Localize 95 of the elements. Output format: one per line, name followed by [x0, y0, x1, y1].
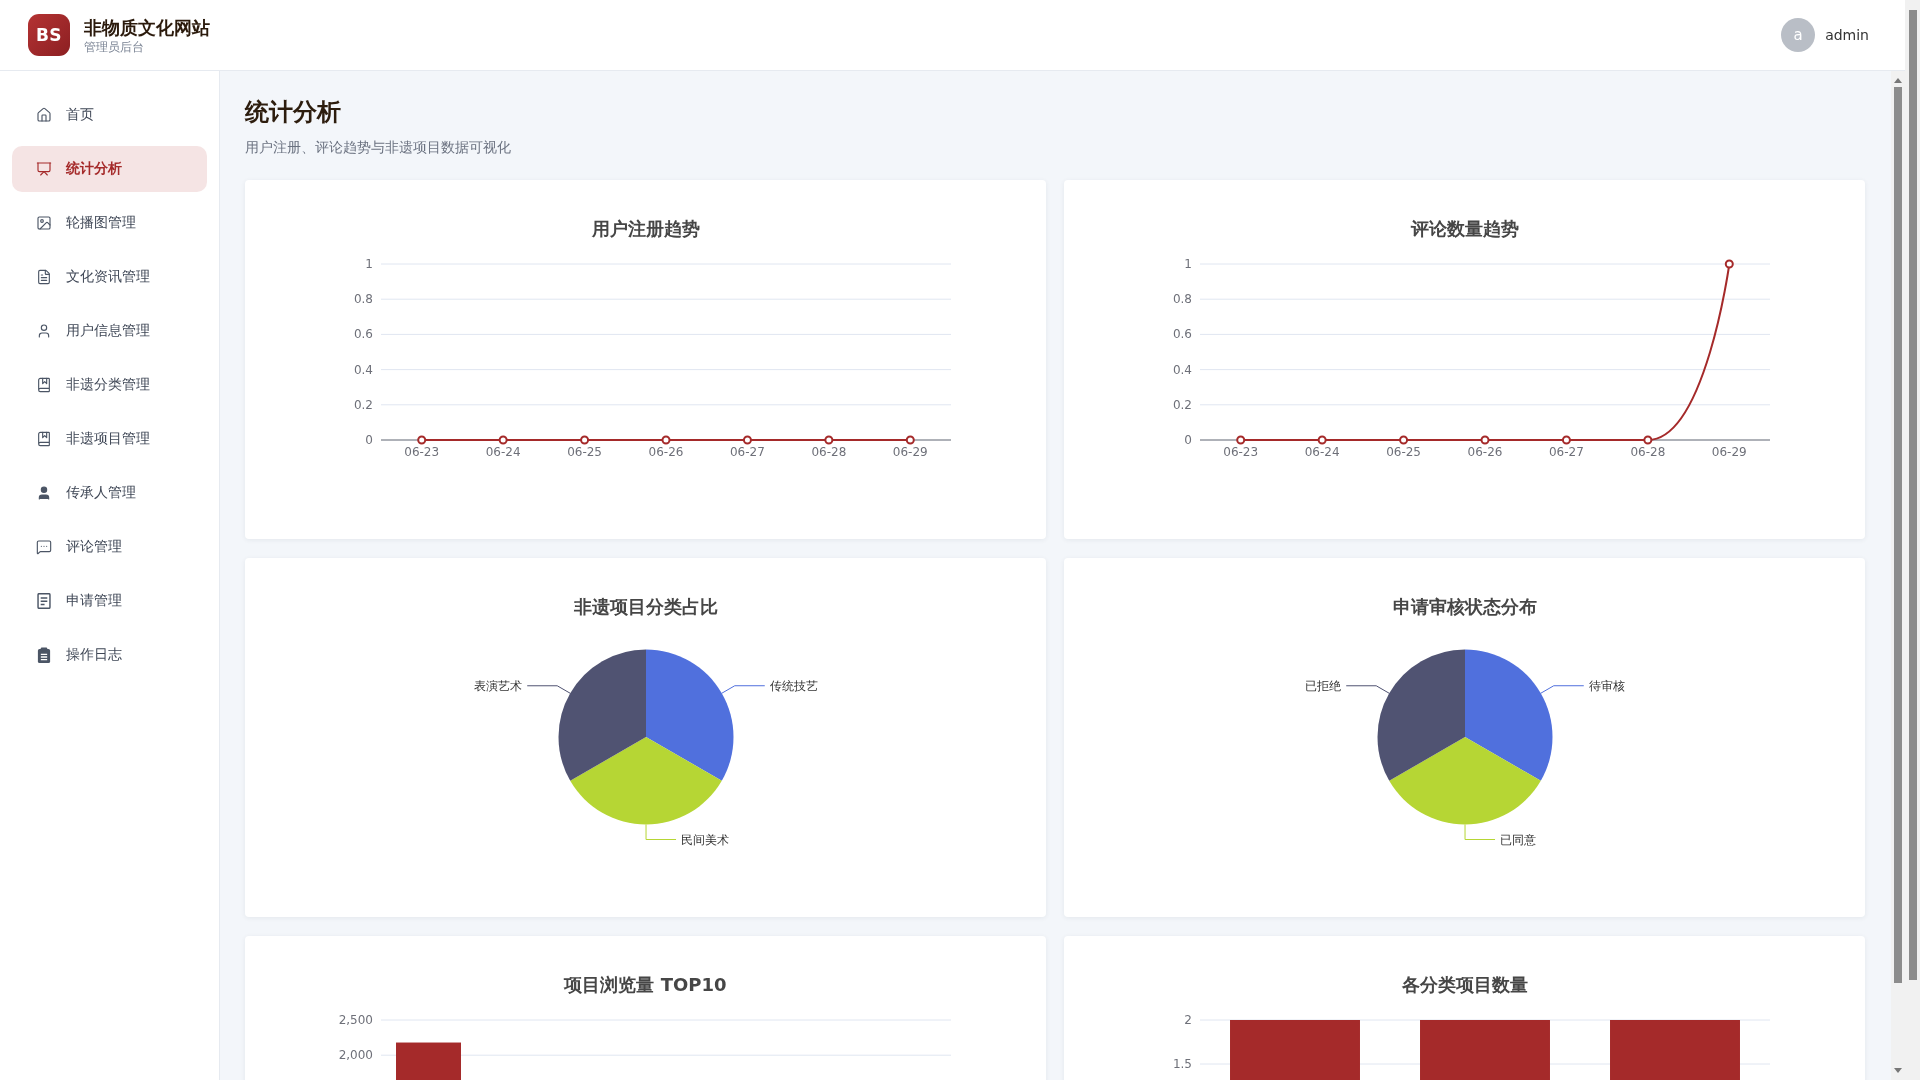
- clipboard-icon: [36, 647, 52, 663]
- book-icon: [36, 431, 52, 447]
- axis-label: 06-25: [566, 445, 602, 459]
- axis-label: 0: [1183, 433, 1192, 447]
- leader-line: [720, 685, 765, 694]
- chart-title: 非遗项目分类占比: [573, 595, 718, 619]
- leader-line: [1539, 685, 1584, 694]
- axis-label: 06-26: [1467, 445, 1502, 459]
- data-point: [1642, 435, 1652, 445]
- user-icon: [36, 323, 52, 339]
- site-subtitle: 管理员后台: [84, 38, 145, 55]
- user-icon: [36, 485, 52, 501]
- axis-label: 0: [364, 433, 373, 447]
- axis-label: 06-27: [1548, 445, 1584, 459]
- data-point: [823, 435, 833, 445]
- nav-item[interactable]: 传承人管理: [12, 470, 207, 516]
- leader-line: [1464, 824, 1496, 840]
- axis-label: 0.8: [353, 292, 373, 307]
- data-point: [1317, 435, 1327, 445]
- axis-label: 1: [1183, 257, 1192, 271]
- leader-line: [1345, 685, 1390, 694]
- scrollbar-thumb[interactable]: [1908, 10, 1917, 980]
- axis-label: 06-29: [1711, 445, 1747, 459]
- slice-label: 传统技艺: [769, 678, 818, 693]
- image-icon: [36, 215, 52, 231]
- leader-line: [526, 685, 571, 694]
- nav-item[interactable]: 申请管理: [12, 578, 207, 624]
- user-name[interactable]: admin: [1825, 27, 1869, 43]
- caret-down-icon[interactable]: [1894, 1068, 1902, 1073]
- nav-item[interactable]: 轮播图管理: [12, 200, 207, 246]
- chat-icon: [36, 539, 52, 555]
- nav-item[interactable]: 非遗项目管理: [12, 416, 207, 462]
- axis-label: 2: [1183, 1013, 1192, 1027]
- data-point: [661, 435, 670, 445]
- slice-label: 民间美术: [680, 832, 729, 847]
- axis-label: 0.6: [353, 327, 373, 342]
- presentation-icon: [36, 161, 52, 177]
- axis-label: 06-24: [1304, 445, 1340, 459]
- axis-label: 06-28: [810, 445, 846, 459]
- list-icon: [36, 593, 52, 609]
- axis-label: 0.4: [353, 362, 373, 377]
- data-point: [1561, 435, 1571, 445]
- slice-label: 已拒绝: [1304, 678, 1341, 693]
- page-title: 统计分析: [245, 97, 342, 128]
- nav-item[interactable]: 首页: [12, 92, 207, 138]
- scrollbar-thumb[interactable]: [1894, 87, 1902, 983]
- nav-item[interactable]: 文化资讯管理: [12, 254, 207, 300]
- axis-label: 0.2: [353, 397, 373, 412]
- axis-label: 2,500: [338, 1013, 373, 1027]
- book-icon: [36, 377, 52, 393]
- nav-item[interactable]: 非遗分类管理: [12, 362, 207, 408]
- bar: [395, 1042, 461, 1080]
- data-point: [416, 435, 426, 445]
- data-point: [742, 435, 752, 445]
- axis-label: 06-23: [1222, 445, 1258, 459]
- leader-line: [645, 824, 677, 840]
- data-point: [1235, 435, 1245, 445]
- nav-item[interactable]: 用户信息管理: [12, 308, 207, 354]
- axis-label: 0.8: [1172, 292, 1192, 307]
- logo: BS: [28, 14, 70, 56]
- axis-label: 06-23: [403, 445, 439, 459]
- axis-label: 06-24: [485, 445, 521, 459]
- axis-label: 06-25: [1385, 445, 1421, 459]
- slice-label: 表演艺术: [473, 678, 522, 693]
- page-subtitle: 用户注册、评论趋势与非遗项目数据可视化: [245, 138, 512, 157]
- axis-label: 1.5: [1172, 1057, 1192, 1071]
- chart-title: 项目浏览量 TOP10: [564, 973, 727, 997]
- axis-label: 0.4: [1172, 362, 1192, 377]
- chart-title: 申请审核状态分布: [1392, 595, 1537, 619]
- data-point: [1480, 435, 1489, 445]
- chart-title: 用户注册趋势: [591, 217, 700, 241]
- slice-label: 已同意: [1499, 832, 1536, 847]
- slice-label: 待审核: [1588, 678, 1625, 693]
- axis-label: 2,000: [338, 1048, 373, 1063]
- axis-label: 06-28: [1629, 445, 1665, 459]
- axis-label: 06-29: [892, 445, 928, 459]
- axis-label: 06-27: [729, 445, 765, 459]
- data-point: [905, 435, 915, 445]
- site-title: 非物质文化网站: [84, 15, 210, 39]
- axis-label: 0.6: [1172, 327, 1192, 342]
- nav-item[interactable]: 统计分析: [12, 146, 207, 192]
- axis-label: 1: [364, 257, 373, 271]
- axis-label: 06-26: [648, 445, 683, 459]
- data-point: [1724, 259, 1734, 269]
- data-point: [579, 435, 589, 445]
- home-icon: [36, 107, 52, 123]
- nav-item[interactable]: 操作日志: [12, 632, 207, 678]
- nav-item[interactable]: 评论管理: [12, 524, 207, 570]
- document-icon: [36, 269, 52, 285]
- data-point: [498, 435, 508, 445]
- axis-label: 0.2: [1172, 397, 1192, 412]
- data-point: [1398, 435, 1408, 445]
- caret-up-icon[interactable]: [1894, 78, 1902, 83]
- chart-title: 评论数量趋势: [1410, 217, 1519, 241]
- chart-title: 各分类项目数量: [1401, 973, 1528, 997]
